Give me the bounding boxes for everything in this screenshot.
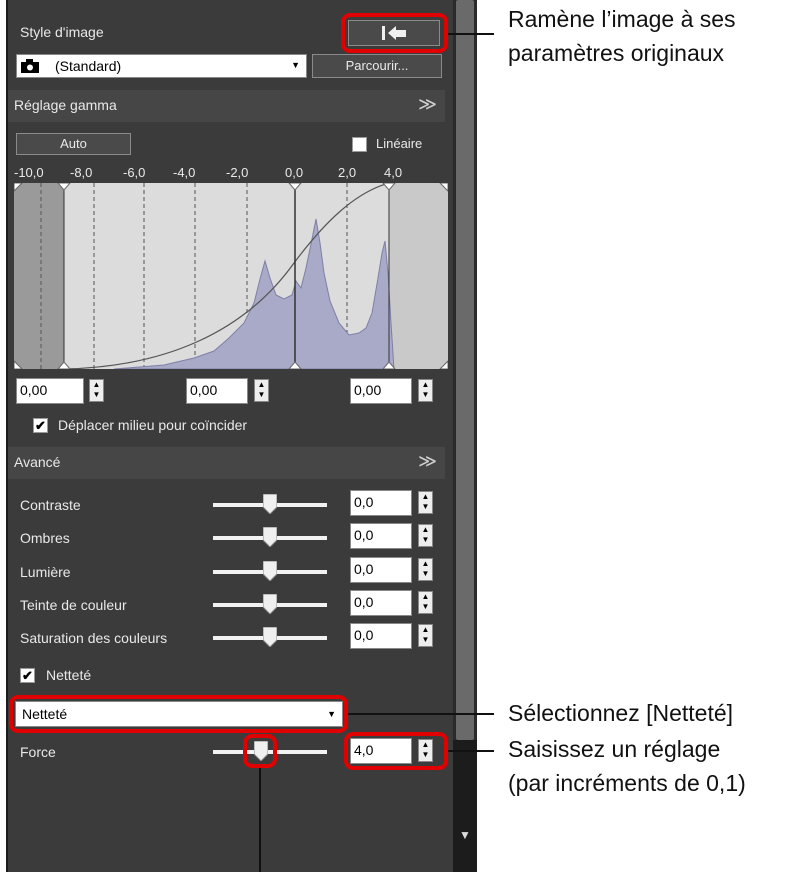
stepper-arrows-icon[interactable]: ▲ ▼: [418, 624, 433, 647]
auto-button[interactable]: Auto: [16, 133, 131, 155]
picture-style-value: (Standard): [55, 58, 122, 74]
slider-knob[interactable]: [263, 594, 277, 614]
leader-line: [448, 33, 494, 35]
linear-label: Linéaire: [376, 136, 423, 151]
advanced-section-title: Avancé: [14, 454, 61, 470]
move-mid-checkbox[interactable]: ✔: [33, 418, 48, 433]
panel-scrollbar[interactable]: ▼: [453, 0, 477, 872]
highlights-input[interactable]: 0,0: [350, 557, 412, 583]
gamma-histogram[interactable]: [14, 183, 448, 369]
mid-point-stepper[interactable]: 0,00 ▲ ▼: [186, 378, 286, 404]
force-slider-highlight: [243, 734, 277, 768]
white-point-stepper[interactable]: 0,00 ▲ ▼: [350, 378, 442, 404]
leader-line: [259, 768, 261, 872]
black-point-stepper[interactable]: 0,00 ▲ ▼: [16, 378, 116, 404]
saturation-label: Saturation des couleurs: [20, 630, 168, 646]
slider-knob[interactable]: [263, 527, 277, 547]
scroll-down-icon[interactable]: ▼: [459, 828, 471, 842]
stepper-arrows-icon[interactable]: ▲ ▼: [418, 591, 433, 614]
chevron-down-icon: ▼: [291, 60, 300, 70]
color-tone-stepper[interactable]: 0,0 ▲ ▼: [350, 590, 442, 616]
axis-tick-label: 0,0: [285, 165, 304, 180]
color-tone-input[interactable]: 0,0: [350, 590, 412, 616]
shadows-input[interactable]: 0,0: [350, 523, 412, 549]
stepper-arrows-icon[interactable]: ▲ ▼: [254, 379, 269, 402]
annotation-reset-line2: paramètres originaux: [508, 40, 725, 66]
camera-icon: [21, 59, 39, 73]
collapse-icon: ≫: [418, 451, 437, 471]
sharpness-combo-highlight: [9, 695, 348, 733]
linear-checkbox[interactable]: [352, 137, 367, 152]
advanced-section-header[interactable]: Avancé ≫: [8, 447, 445, 479]
reset-button-highlight: [341, 13, 448, 53]
saturation-slider[interactable]: [213, 626, 327, 650]
highlights-label: Lumière: [20, 564, 71, 580]
shadows-slider[interactable]: [213, 526, 327, 550]
white-point-input[interactable]: 0,00: [350, 378, 412, 404]
gamma-section-title: Réglage gamma: [14, 97, 117, 113]
contrast-input[interactable]: 0,0: [350, 490, 412, 516]
sharpness-checkbox-label: Netteté: [46, 667, 92, 683]
picture-style-combo[interactable]: (Standard) ▼: [16, 54, 307, 78]
force-label: Force: [20, 744, 56, 760]
slider-knob[interactable]: [263, 561, 277, 581]
collapse-icon: ≫: [418, 94, 437, 114]
contrast-stepper[interactable]: 0,0 ▲ ▼: [350, 490, 442, 516]
black-point-input[interactable]: 0,00: [16, 378, 84, 404]
saturation-input[interactable]: 0,0: [350, 623, 412, 649]
stepper-arrows-icon[interactable]: ▲ ▼: [418, 491, 433, 514]
highlights-slider[interactable]: [213, 560, 327, 584]
stepper-arrows-icon[interactable]: ▲ ▼: [89, 379, 104, 402]
color-tone-slider[interactable]: [213, 593, 327, 617]
axis-tick-label: -10,0: [14, 165, 44, 180]
shadows-label: Ombres: [20, 530, 70, 546]
annotation-enter-line1: Saisissez un réglage: [508, 736, 721, 762]
slider-knob[interactable]: [263, 494, 277, 514]
slider-knob[interactable]: [263, 627, 277, 647]
annotation-select: Sélectionnez [Netteté]: [508, 700, 734, 726]
move-mid-label: Déplacer milieu pour coïncider: [58, 417, 248, 433]
highlights-stepper[interactable]: 0,0 ▲ ▼: [350, 557, 442, 583]
annotation-reset-line1: Ramène l’image à ses: [508, 6, 736, 32]
scrollbar-thumb[interactable]: [456, 0, 474, 740]
shadows-stepper[interactable]: 0,0 ▲ ▼: [350, 523, 442, 549]
stepper-arrows-icon[interactable]: ▲ ▼: [418, 524, 433, 547]
color-tone-label: Teinte de couleur: [20, 597, 127, 613]
force-input-highlight: [344, 732, 448, 770]
annotation-enter-line2: (par incréments de 0,1): [508, 770, 746, 796]
axis-tick-label: 2,0: [338, 165, 357, 180]
mid-point-input[interactable]: 0,00: [186, 378, 248, 404]
gamma-section-header[interactable]: Réglage gamma ≫: [8, 90, 445, 122]
saturation-stepper[interactable]: 0,0 ▲ ▼: [350, 623, 442, 649]
sharpness-checkbox[interactable]: ✔: [20, 668, 35, 683]
contrast-label: Contraste: [20, 497, 81, 513]
picture-style-header: Style d'image: [20, 24, 104, 40]
browse-button[interactable]: Parcourir...: [312, 54, 442, 78]
axis-tick-label: -6,0: [123, 165, 146, 180]
stepper-arrows-icon[interactable]: ▲ ▼: [418, 379, 433, 402]
contrast-slider[interactable]: [213, 493, 327, 517]
axis-tick-label: 4,0: [384, 165, 403, 180]
leader-line: [448, 750, 494, 752]
axis-tick-label: -2,0: [226, 165, 249, 180]
stepper-arrows-icon[interactable]: ▲ ▼: [418, 558, 433, 581]
leader-line: [348, 713, 494, 715]
axis-tick-label: -8,0: [70, 165, 93, 180]
axis-tick-label: -4,0: [173, 165, 196, 180]
